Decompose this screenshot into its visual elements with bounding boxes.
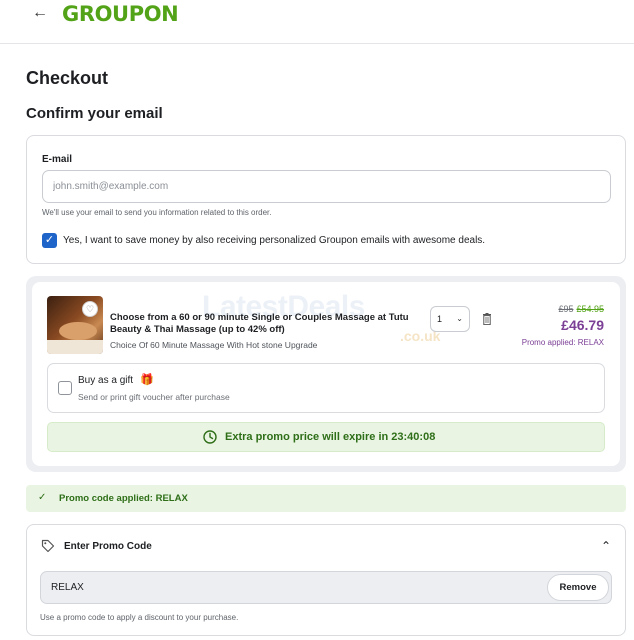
deal-container: LatestDeals .co.uk ♡ Choose from a 60 or… — [26, 276, 626, 472]
deal-option: Choice Of 60 Minute Massage With Hot sto… — [110, 340, 318, 350]
clock-icon — [203, 430, 217, 444]
gift-title: Buy as a gift — [78, 375, 134, 386]
check-icon: ✓ — [38, 492, 47, 503]
promo-banner-text: Promo code applied: RELAX — [59, 493, 188, 504]
gift-checkbox[interactable] — [58, 381, 72, 395]
deal-promo-applied: Promo applied: RELAX — [521, 338, 604, 347]
gift-option[interactable]: Buy as a gift 🎁 Send or print gift vouch… — [47, 363, 605, 413]
gift-subtitle: Send or print gift voucher after purchas… — [78, 392, 230, 402]
email-card: E-mail We'll use your email to send you … — [26, 135, 626, 264]
promo-hint: Use a promo code to apply a discount to … — [40, 613, 239, 622]
timer-text: Extra promo price will expire in 23:40:0… — [225, 431, 436, 443]
email-hint: We'll use your email to send you informa… — [42, 208, 272, 217]
deal-title[interactable]: Choose from a 60 or 90 minute Single or … — [110, 312, 410, 336]
chevron-up-icon[interactable]: ⌃ — [601, 539, 611, 553]
consent-checkbox[interactable]: ✓ — [42, 233, 57, 248]
original-prices: £95 £54.95 — [558, 304, 604, 314]
promo-heading[interactable]: Enter Promo Code — [64, 541, 152, 552]
price-original: £95 — [558, 304, 574, 314]
chevron-down-icon: ⌄ — [456, 314, 463, 323]
arrow-left-icon[interactable]: ← — [32, 4, 48, 22]
quantity-select[interactable]: 1 ⌄ — [430, 306, 470, 332]
tag-icon — [41, 539, 55, 553]
gift-icon: 🎁 — [140, 374, 154, 386]
top-bar: ← GROUPON — [0, 0, 634, 44]
page-title: Checkout — [26, 68, 109, 88]
promo-code-input[interactable] — [40, 571, 612, 604]
promo-code-card: Enter Promo Code ⌃ Remove Use a promo co… — [26, 524, 626, 636]
remove-promo-button[interactable]: Remove — [547, 574, 609, 601]
quantity-value: 1 — [437, 314, 443, 324]
section-title: Confirm your email — [26, 105, 163, 122]
promo-applied-banner: ✓ Promo code applied: RELAX — [26, 485, 626, 512]
deal-card: LatestDeals .co.uk ♡ Choose from a 60 or… — [32, 282, 620, 466]
email-field[interactable] — [42, 170, 611, 203]
heart-icon[interactable]: ♡ — [82, 301, 98, 317]
deal-image[interactable]: ♡ — [47, 296, 103, 354]
consent-label[interactable]: Yes, I want to save money by also receiv… — [63, 235, 485, 246]
trash-icon[interactable] — [482, 313, 492, 325]
deal-image-figure — [59, 322, 97, 340]
deal-image-towel — [47, 340, 103, 354]
promo-timer-bar: Extra promo price will expire in 23:40:0… — [47, 422, 605, 452]
price-current: £46.79 — [561, 317, 604, 333]
price-strike: £54.95 — [576, 304, 604, 314]
email-label: E-mail — [42, 154, 73, 165]
groupon-logo[interactable]: GROUPON — [62, 2, 179, 26]
